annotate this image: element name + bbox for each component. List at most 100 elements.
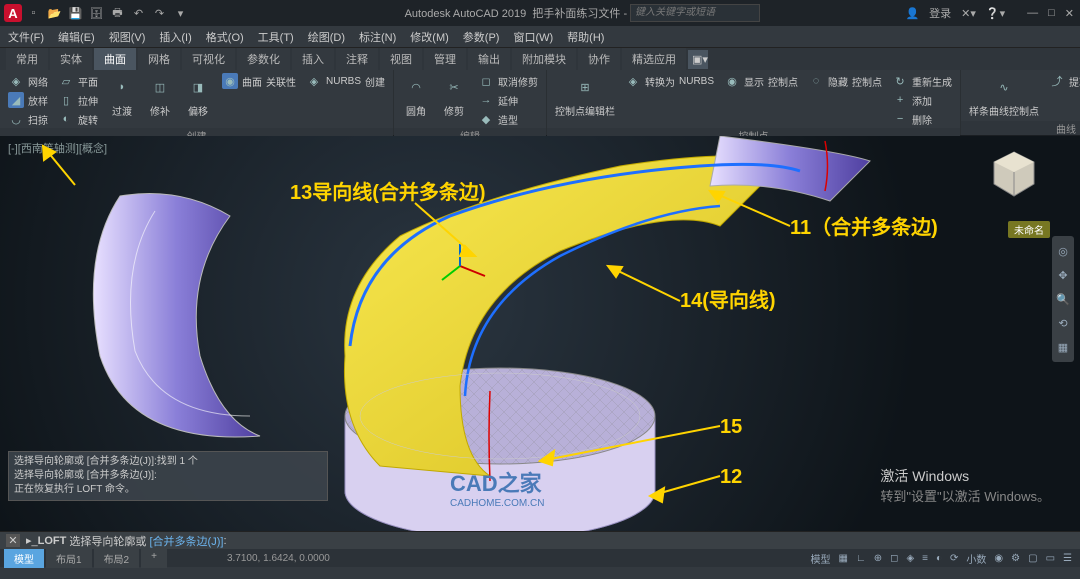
close-button[interactable]: ✕	[1065, 7, 1074, 20]
btn-spline[interactable]: ∿样条曲线控制点	[967, 72, 1041, 119]
btn-rebuild[interactable]: ↻重新生成	[890, 72, 954, 90]
tab-mesh[interactable]: 网格	[138, 48, 180, 70]
btn-blend[interactable]: ◗过渡	[106, 72, 138, 119]
btn-planar[interactable]: ▱平面	[56, 72, 100, 90]
tab-visualize[interactable]: 可视化	[182, 48, 235, 70]
menu-insert[interactable]: 插入(I)	[159, 29, 191, 45]
tab-layout1[interactable]: 布局1	[46, 549, 92, 568]
zoom-icon[interactable]: 🔍	[1054, 290, 1072, 308]
steering-wheel-icon[interactable]: ◎	[1054, 242, 1072, 260]
cmd-option[interactable]: [合并多条边(J)]	[149, 533, 223, 549]
btn-showcv[interactable]: ◉显示控制点	[722, 72, 800, 90]
tab-annotate[interactable]: 注释	[336, 48, 378, 70]
btn-sculpt[interactable]: ◆造型	[476, 110, 540, 128]
status-cycling-icon[interactable]: ⟳	[950, 553, 958, 564]
status-clean-icon[interactable]: ▭	[1046, 553, 1055, 564]
btn-hidecv[interactable]: ◌隐藏控制点	[806, 72, 884, 90]
tab-collab[interactable]: 协作	[578, 48, 620, 70]
btn-addcv[interactable]: +添加	[890, 91, 954, 109]
status-3dosnap-icon[interactable]: ◈	[906, 553, 914, 564]
btn-patch[interactable]: ◫修补	[144, 72, 176, 119]
btn-extrude[interactable]: ▯拉伸	[56, 91, 100, 109]
viewport[interactable]: [-][西南等轴测][概念]	[0, 136, 1080, 549]
panel-label[interactable]: 曲线	[961, 121, 1080, 135]
menu-window[interactable]: 窗口(W)	[513, 29, 553, 45]
menu-format[interactable]: 格式(O)	[206, 29, 244, 45]
menu-dim[interactable]: 标注(N)	[359, 29, 396, 45]
status-transparency-icon[interactable]: ◐	[936, 553, 942, 564]
showmotion-icon[interactable]: ▦	[1054, 338, 1072, 356]
tab-parametric[interactable]: 参数化	[237, 48, 290, 70]
btn-sweep[interactable]: ◡扫掠	[6, 110, 50, 128]
status-wcs-icon[interactable]: ◉	[994, 553, 1003, 564]
menu-edit[interactable]: 编辑(E)	[58, 29, 95, 45]
app-logo[interactable]: A	[4, 4, 22, 22]
command-bar[interactable]: ✕ ▸_ LOFT 选择导向轮廓或 [合并多条边(J)] :	[0, 531, 1080, 549]
tab-expand[interactable]: ▣▾	[688, 50, 708, 69]
btn-revolve[interactable]: ◐旋转	[56, 110, 100, 128]
undo-icon[interactable]: ↶	[131, 6, 146, 21]
btn-cvedit[interactable]: ⊞控制点编辑栏	[553, 72, 617, 119]
tab-insert[interactable]: 插入	[292, 48, 334, 70]
status-osnap-icon[interactable]: ◻	[890, 553, 898, 564]
orbit-icon[interactable]: ⟲	[1054, 314, 1072, 332]
status-polar-icon[interactable]: ⊕	[874, 553, 882, 564]
status-grid-icon[interactable]: ▦	[838, 553, 847, 564]
status-lwt-icon[interactable]: ≡	[922, 553, 928, 564]
status-snap-icon[interactable]: ∟	[856, 553, 866, 564]
view-unnamed-badge[interactable]: 未命名	[1008, 221, 1050, 238]
user-icon[interactable]: 👤	[905, 7, 919, 20]
status-model[interactable]: 模型	[810, 551, 830, 566]
tab-manage[interactable]: 管理	[424, 48, 466, 70]
tab-home[interactable]: 常用	[6, 48, 48, 70]
status-gear-icon[interactable]: ⚙	[1011, 553, 1020, 564]
redo-icon[interactable]: ↷	[152, 6, 167, 21]
tab-add[interactable]: +	[141, 549, 167, 568]
plot-icon[interactable]: 🖶	[110, 6, 125, 21]
tab-view[interactable]: 视图	[380, 48, 422, 70]
tab-surface[interactable]: 曲面	[94, 48, 136, 70]
new-icon[interactable]: ▫	[26, 6, 41, 21]
viewcube[interactable]	[988, 148, 1040, 200]
save-icon[interactable]: 💾	[68, 6, 83, 21]
menu-help[interactable]: 帮助(H)	[567, 29, 604, 45]
menu-file[interactable]: 文件(F)	[8, 29, 44, 45]
tab-solid[interactable]: 实体	[50, 48, 92, 70]
btn-delcv[interactable]: −删除	[890, 110, 954, 128]
menu-view[interactable]: 视图(V)	[109, 29, 146, 45]
status-iso-icon[interactable]: ▢	[1028, 553, 1037, 564]
saveas-icon[interactable]: 🗄	[89, 6, 104, 21]
btn-offset[interactable]: ◨偏移	[182, 72, 214, 119]
command-history[interactable]: 选择导向轮廓或 [合并多条边(J)]:找到 1 个 选择导向轮廓或 [合并多条边…	[8, 451, 328, 501]
tab-featured[interactable]: 精选应用	[622, 48, 686, 70]
tab-addins[interactable]: 附加模块	[512, 48, 576, 70]
btn-nurbs-create[interactable]: ◈NURBS创建	[304, 72, 387, 90]
cmd-close-icon[interactable]: ✕	[6, 534, 20, 547]
btn-surf-assoc[interactable]: ◉曲面关联性	[220, 72, 298, 90]
tab-output[interactable]: 输出	[468, 48, 510, 70]
help-icon[interactable]: ❔▾	[986, 7, 1005, 20]
menu-draw[interactable]: 绘图(D)	[308, 29, 345, 45]
menu-modify[interactable]: 修改(M)	[410, 29, 449, 45]
qat-more-icon[interactable]: ▾	[173, 6, 188, 21]
pan-icon[interactable]: ✥	[1054, 266, 1072, 284]
coords-readout[interactable]: 3.7100, 1.6424, 0.0000	[227, 553, 330, 564]
btn-untrim[interactable]: ◻取消修剪	[476, 72, 540, 90]
status-units[interactable]: 小数	[966, 551, 986, 566]
menu-tools[interactable]: 工具(T)	[258, 29, 294, 45]
btn-extend[interactable]: →延伸	[476, 91, 540, 109]
btn-loft[interactable]: ◢放样	[6, 91, 50, 109]
btn-extract[interactable]: ⤴提取素线	[1047, 72, 1080, 90]
menu-param[interactable]: 参数(P)	[463, 29, 500, 45]
open-icon[interactable]: 📂	[47, 6, 62, 21]
btn-network[interactable]: ◈网络	[6, 72, 50, 90]
login-link[interactable]: 登录	[929, 5, 951, 21]
status-custom-icon[interactable]: ☰	[1063, 553, 1072, 564]
btn-trim[interactable]: ✂修剪	[438, 72, 470, 119]
minimize-button[interactable]: —	[1027, 7, 1038, 20]
maximize-button[interactable]: □	[1048, 7, 1055, 20]
btn-fillet[interactable]: ◠圆角	[400, 72, 432, 119]
exchange-icon[interactable]: ✕▾	[961, 7, 976, 20]
tab-model[interactable]: 模型	[4, 549, 44, 568]
tab-layout2[interactable]: 布局2	[94, 549, 140, 568]
